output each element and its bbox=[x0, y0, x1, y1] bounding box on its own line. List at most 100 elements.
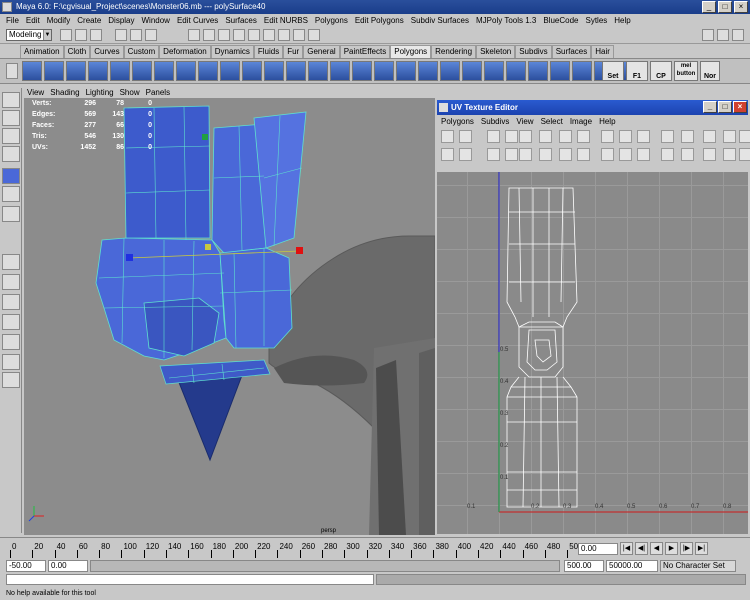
uv-tool-icon[interactable] bbox=[619, 148, 632, 161]
shelf-tool-icon[interactable] bbox=[484, 61, 504, 81]
open-scene-icon[interactable] bbox=[75, 29, 87, 41]
vp-menu-panels[interactable]: Panels bbox=[146, 88, 170, 97]
four-view-layout-icon[interactable] bbox=[2, 274, 20, 290]
menu-edit-polygons[interactable]: Edit Polygons bbox=[355, 16, 404, 25]
shelf-tool-icon[interactable] bbox=[418, 61, 438, 81]
maximize-button[interactable]: □ bbox=[718, 1, 732, 13]
paint-select-icon[interactable] bbox=[2, 128, 20, 144]
shelf-tool-icon[interactable] bbox=[88, 61, 108, 81]
shelf-tool-icon[interactable] bbox=[374, 61, 394, 81]
uv-menu-help[interactable]: Help bbox=[599, 117, 615, 126]
go-to-start-icon[interactable]: |◀ bbox=[620, 542, 633, 555]
uv-tool-icon[interactable] bbox=[637, 130, 650, 143]
shelf-tab-general[interactable]: General bbox=[303, 45, 340, 58]
uv-tool-icon[interactable] bbox=[601, 148, 614, 161]
play-forward-icon[interactable]: ▶ bbox=[665, 542, 678, 555]
range-bar[interactable] bbox=[90, 560, 560, 572]
menu-subdiv-surfaces[interactable]: Subdiv Surfaces bbox=[411, 16, 469, 25]
shelf-tool-icon[interactable] bbox=[220, 61, 240, 81]
uv-tool-icon[interactable] bbox=[487, 130, 500, 143]
minimize-button[interactable]: _ bbox=[702, 1, 716, 13]
uv-tool-icon[interactable] bbox=[539, 148, 552, 161]
step-back-icon[interactable]: ◀| bbox=[635, 542, 648, 555]
menu-sytles[interactable]: Sytles bbox=[585, 16, 607, 25]
snap-grid-icon[interactable] bbox=[188, 29, 200, 41]
menu-edit-nurbs[interactable]: Edit NURBS bbox=[264, 16, 308, 25]
vp-menu-view[interactable]: View bbox=[27, 88, 44, 97]
shelf-tool-icon[interactable] bbox=[242, 61, 262, 81]
uv-tool-icon[interactable] bbox=[681, 148, 694, 161]
uv-tool-icon[interactable] bbox=[519, 130, 532, 143]
uv-tool-icon[interactable] bbox=[739, 130, 750, 143]
menu-help[interactable]: Help bbox=[614, 16, 630, 25]
time-slider[interactable]: 0 20 40 60 80 100 120 140 160 180 200 220 240 260 280 3… bbox=[0, 537, 750, 559]
tool-settings-icon[interactable] bbox=[732, 29, 744, 41]
menu-window[interactable]: Window bbox=[142, 16, 170, 25]
uv-menu-polygons[interactable]: Polygons bbox=[441, 117, 474, 126]
layout-menu-icon[interactable] bbox=[2, 372, 20, 388]
shelf-tool-icon[interactable] bbox=[572, 61, 592, 81]
menu-polygons[interactable]: Polygons bbox=[315, 16, 348, 25]
shelf-f1-button[interactable]: F1 bbox=[626, 61, 648, 81]
hypershade-layout-icon[interactable] bbox=[2, 334, 20, 350]
character-set-select[interactable]: No Character Set bbox=[660, 560, 736, 572]
shelf-nor-button[interactable]: Nor bbox=[700, 61, 720, 81]
shelf-tab-animation[interactable]: Animation bbox=[20, 45, 64, 58]
shelf-tool-icon[interactable] bbox=[440, 61, 460, 81]
shelf-tool-icon[interactable] bbox=[550, 61, 570, 81]
shelf-tab-fur[interactable]: Fur bbox=[283, 45, 304, 58]
shelf-tool-icon[interactable] bbox=[22, 61, 42, 81]
uv-minimize-button[interactable]: _ bbox=[703, 101, 717, 113]
shelf-tab-polygons[interactable]: Polygons bbox=[390, 45, 432, 58]
two-view-layout-icon[interactable] bbox=[2, 294, 20, 310]
shelf-tool-icon[interactable] bbox=[44, 61, 64, 81]
history-icon[interactable] bbox=[263, 29, 275, 41]
graph-layout-icon[interactable] bbox=[2, 354, 20, 370]
uv-tool-icon[interactable] bbox=[723, 148, 736, 161]
uv-menu-subdivs[interactable]: Subdivs bbox=[481, 117, 509, 126]
go-to-end-icon[interactable]: ▶| bbox=[695, 542, 708, 555]
rotate-tool-icon[interactable] bbox=[2, 168, 20, 184]
snap-point-icon[interactable] bbox=[218, 29, 230, 41]
playback-end-field[interactable]: 500.00 bbox=[564, 560, 604, 572]
uv-tool-icon[interactable] bbox=[559, 130, 572, 143]
menu-create[interactable]: Create bbox=[77, 16, 101, 25]
single-view-layout-icon[interactable] bbox=[2, 254, 20, 270]
channel-box-icon[interactable] bbox=[702, 29, 714, 41]
uv-tool-icon[interactable] bbox=[505, 130, 518, 143]
vp-menu-lighting[interactable]: Lighting bbox=[86, 88, 114, 97]
shelf-tab-custom[interactable]: Custom bbox=[123, 45, 160, 58]
command-input[interactable] bbox=[6, 574, 374, 585]
shelf-tool-icon[interactable] bbox=[176, 61, 196, 81]
move-tool-icon[interactable] bbox=[2, 146, 20, 162]
new-scene-icon[interactable] bbox=[60, 29, 72, 41]
shelf-tab-rendering[interactable]: Rendering bbox=[431, 45, 477, 58]
shelf-tab-curves[interactable]: Curves bbox=[90, 45, 124, 58]
uv-tool-icon[interactable] bbox=[703, 130, 716, 143]
select-tool-icon[interactable] bbox=[2, 92, 20, 108]
animation-end-field[interactable]: 50000.00 bbox=[606, 560, 658, 572]
uv-tool-icon[interactable] bbox=[577, 130, 590, 143]
perspective-viewport[interactable]: Verts: 296 78 0 Edges: 569 143 0 Faces: 277 66 0 … bbox=[24, 98, 435, 535]
shelf-tab-fluids[interactable]: Fluids bbox=[253, 45, 284, 58]
shelf-menu-icon[interactable] bbox=[6, 63, 18, 79]
vp-menu-show[interactable]: Show bbox=[120, 88, 140, 97]
shelf-tab-painteffects[interactable]: PaintEffects bbox=[339, 45, 391, 58]
select-component-icon[interactable] bbox=[145, 29, 157, 41]
current-time-field[interactable]: 0.00 bbox=[578, 543, 618, 555]
shelf-tool-icon[interactable] bbox=[506, 61, 526, 81]
shelf-tab-dynamics[interactable]: Dynamics bbox=[210, 45, 254, 58]
shelf-tool-icon[interactable] bbox=[308, 61, 328, 81]
shelf-tab-skeleton[interactable]: Skeleton bbox=[476, 45, 516, 58]
shelf-tool-icon[interactable] bbox=[154, 61, 174, 81]
shelf-tab-hair[interactable]: Hair bbox=[591, 45, 614, 58]
uv-tool-icon[interactable] bbox=[723, 130, 736, 143]
vp-menu-shading[interactable]: Shading bbox=[50, 88, 79, 97]
uv-tool-icon[interactable] bbox=[487, 148, 500, 161]
uv-tool-icon[interactable] bbox=[539, 130, 552, 143]
time-slider-track[interactable]: 0 20 40 60 80 100 120 140 160 180 200 220 240 260 280 3… bbox=[6, 540, 583, 558]
uv-tool-icon[interactable] bbox=[661, 130, 674, 143]
select-object-icon[interactable] bbox=[130, 29, 142, 41]
shelf-tool-icon[interactable] bbox=[286, 61, 306, 81]
mode-select[interactable]: Modeling ▼ bbox=[6, 29, 52, 41]
